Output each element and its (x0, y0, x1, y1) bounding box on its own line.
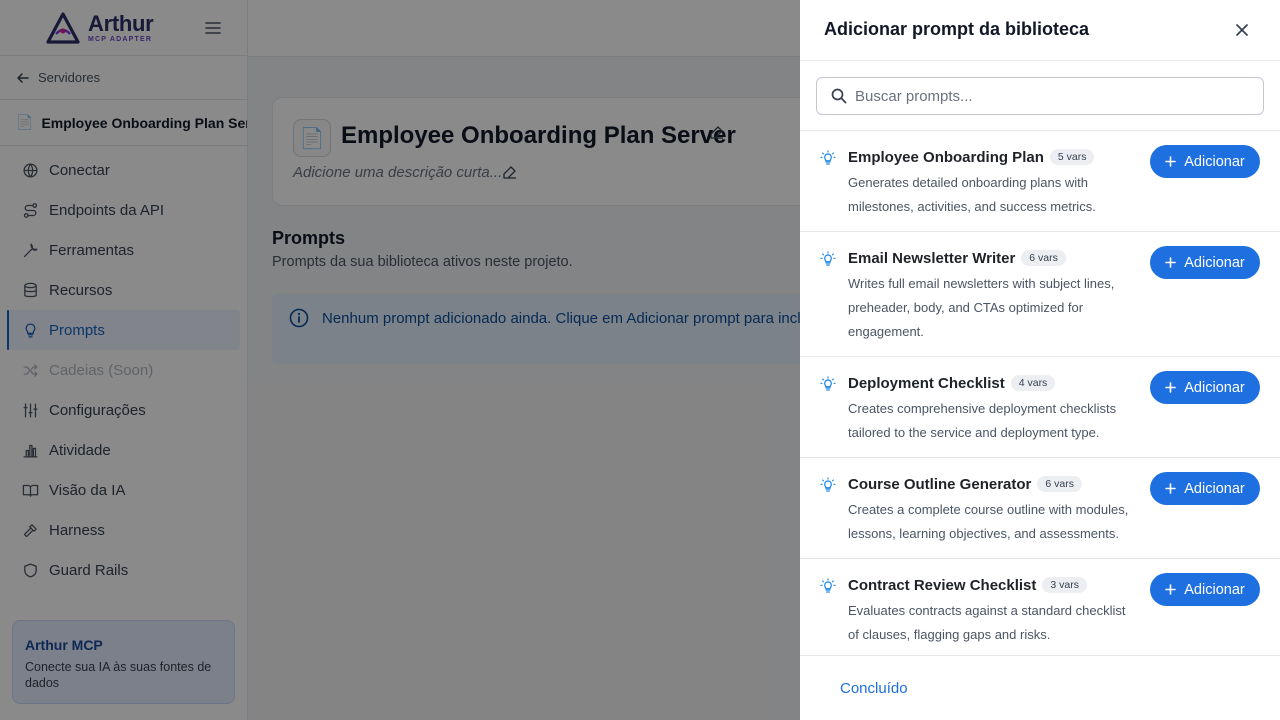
prompt-name: Deployment Checklist (848, 374, 1005, 392)
drawer-title: Adicionar prompt da biblioteca (824, 19, 1090, 39)
search-input[interactable] (855, 87, 1235, 105)
prompt-name: Contract Review Checklist (848, 576, 1037, 594)
add-button-label: Adicionar (1184, 480, 1245, 497)
lightbulb-icon (820, 578, 836, 593)
vars-badge: 5 vars (1049, 149, 1095, 165)
plus-icon (1165, 382, 1177, 393)
plus-icon (1165, 257, 1177, 268)
add-button-label: Adicionar (1184, 581, 1245, 598)
search-area (800, 61, 1280, 131)
prompt-list-item: Course Outline Generator 6 vars Creates … (800, 458, 1280, 559)
lightbulb-icon (820, 477, 836, 492)
plus-icon (1165, 584, 1177, 595)
prompt-description: Evaluates contracts against a standard c… (848, 603, 1126, 642)
search-icon (831, 88, 847, 104)
vars-badge: 6 vars (1021, 250, 1066, 266)
prompt-name: Email Newsletter Writer (848, 249, 1016, 267)
lightbulb-icon (820, 376, 836, 391)
prompt-name: Course Outline Generator (848, 475, 1032, 493)
add-prompt-button[interactable]: Adicionar (1150, 246, 1260, 279)
plus-icon (1165, 483, 1177, 494)
lightbulb-icon (820, 251, 836, 266)
prompt-description: Creates a complete course outline with m… (848, 502, 1129, 541)
add-prompt-drawer: Adicionar prompt da biblioteca Employee … (800, 0, 1280, 720)
prompt-list-item: Deployment Checklist 4 vars Creates comp… (800, 357, 1280, 458)
search-box[interactable] (816, 77, 1264, 115)
add-button-label: Adicionar (1184, 153, 1245, 170)
vars-badge: 4 vars (1010, 375, 1056, 391)
drawer-header: Adicionar prompt da biblioteca (800, 0, 1280, 61)
add-prompt-button[interactable]: Adicionar (1150, 573, 1260, 606)
add-prompt-button[interactable]: Adicionar (1150, 472, 1260, 505)
vars-badge: 6 vars (1037, 476, 1082, 492)
add-button-label: Adicionar (1184, 379, 1245, 396)
add-button-label: Adicionar (1184, 254, 1245, 271)
plus-icon (1165, 156, 1177, 167)
prompt-description: Generates detailed onboarding plans with… (848, 175, 1096, 214)
prompt-list-item: Contract Review Checklist 3 vars Evaluat… (800, 559, 1280, 655)
close-button[interactable] (1230, 18, 1254, 42)
prompt-list-item: Employee Onboarding Plan 5 vars Generate… (800, 131, 1280, 232)
drawer-footer: Concluído (800, 655, 1280, 720)
prompt-description: Writes full email newsletters with subje… (848, 276, 1115, 339)
add-prompt-button[interactable]: Adicionar (1150, 145, 1260, 178)
vars-badge: 3 vars (1042, 577, 1087, 593)
lightbulb-icon (820, 150, 836, 165)
prompt-name: Employee Onboarding Plan (848, 148, 1044, 166)
done-button[interactable]: Concluído (840, 680, 908, 697)
prompt-list: Employee Onboarding Plan 5 vars Generate… (800, 131, 1280, 655)
close-icon (1236, 24, 1248, 36)
prompt-list-item: Email Newsletter Writer 6 vars Writes fu… (800, 232, 1280, 357)
prompt-description: Creates comprehensive deployment checkli… (848, 401, 1117, 440)
add-prompt-button[interactable]: Adicionar (1150, 371, 1260, 404)
